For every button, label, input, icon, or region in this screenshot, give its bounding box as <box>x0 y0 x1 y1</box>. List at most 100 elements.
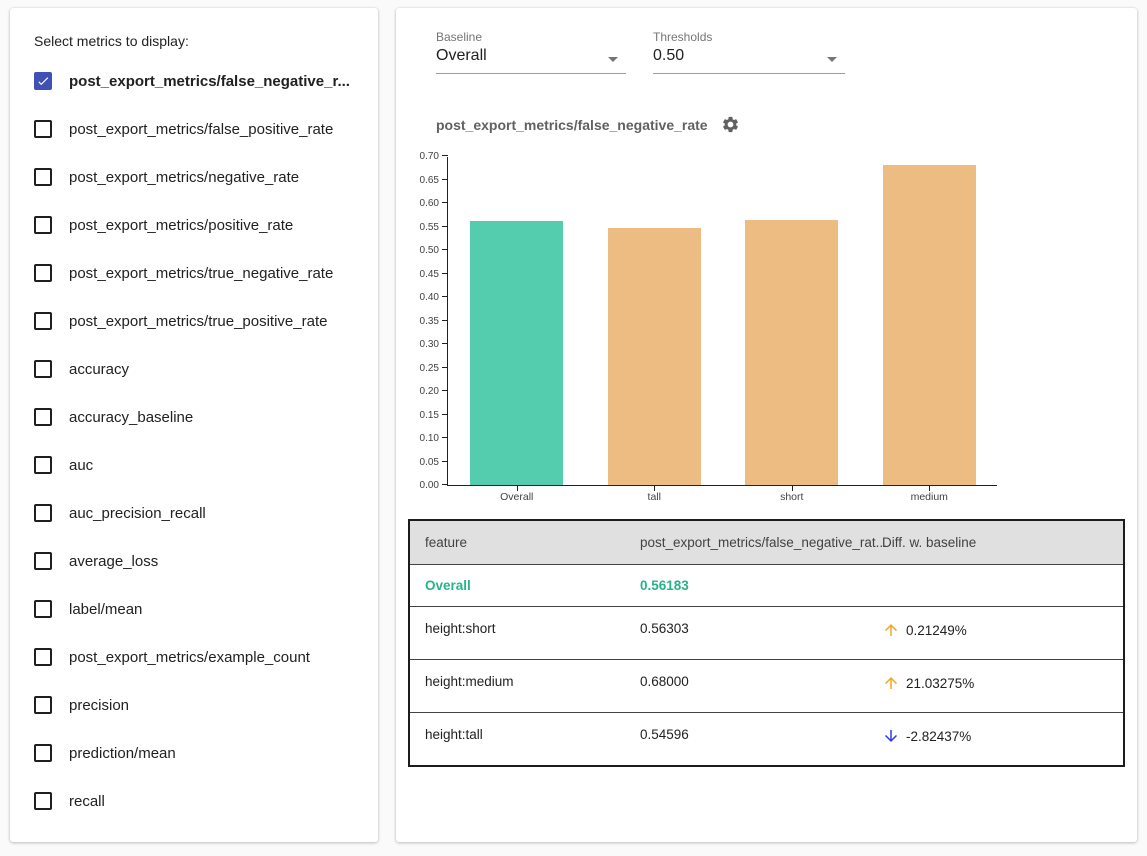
bar-chart: 0.000.050.100.150.200.250.300.350.400.45… <box>447 157 997 486</box>
checkbox-unchecked-icon[interactable] <box>34 600 52 618</box>
chart-header: post_export_metrics/false_negative_rate <box>436 115 740 134</box>
metric-option[interactable]: label/mean <box>34 585 362 633</box>
metric-label: accuracy <box>69 361 129 378</box>
y-axis-tick-label: 0.10 <box>397 433 439 444</box>
metric-option[interactable]: accuracy <box>34 345 362 393</box>
checkbox-unchecked-icon[interactable] <box>34 648 52 666</box>
y-axis-tick-label: 0.15 <box>397 410 439 421</box>
metric-label: post_export_metrics/example_count <box>69 649 310 666</box>
metric-value-cell: 0.68000 <box>640 674 875 689</box>
checkbox-unchecked-icon[interactable] <box>34 216 52 234</box>
y-axis-tick-label: 0.65 <box>397 175 439 186</box>
table-row: height:tall0.54596-2.82437% <box>410 712 1123 765</box>
chart-bar-medium[interactable] <box>883 165 976 485</box>
checkbox-checked-icon[interactable] <box>34 72 52 90</box>
feature-cell: height:tall <box>410 727 640 742</box>
thresholds-label: Thresholds <box>653 30 845 44</box>
metric-option[interactable]: accuracy_baseline <box>34 393 362 441</box>
checkbox-unchecked-icon[interactable] <box>34 120 52 138</box>
table-row: height:medium0.6800021.03275% <box>410 659 1123 712</box>
table-header-cell: post_export_metrics/false_negative_rat..… <box>640 535 875 550</box>
baseline-select[interactable]: Baseline Overall <box>436 30 626 74</box>
diff-cell: -2.82437% <box>875 727 1123 745</box>
arrow-up-icon <box>882 621 900 639</box>
y-axis-tick-label: 0.00 <box>397 480 439 491</box>
y-axis-tick-label: 0.30 <box>397 339 439 350</box>
checkbox-unchecked-icon[interactable] <box>34 312 52 330</box>
table-header-cell: feature <box>410 535 640 550</box>
metric-selector-panel: Select metrics to display: post_export_m… <box>10 8 378 842</box>
metric-option[interactable]: post_export_metrics/negative_rate <box>34 153 362 201</box>
checkbox-unchecked-icon[interactable] <box>34 168 52 186</box>
metric-label: average_loss <box>69 553 158 570</box>
table-row: height:short0.56303 0.21249% <box>410 606 1123 659</box>
metric-option[interactable]: precision <box>34 681 362 729</box>
y-axis-tick-mark <box>442 461 448 462</box>
checkbox-unchecked-icon[interactable] <box>34 360 52 378</box>
chart-bar-short[interactable] <box>745 220 838 485</box>
metric-option[interactable]: recall <box>34 777 362 825</box>
checkbox-unchecked-icon[interactable] <box>34 504 52 522</box>
y-axis-tick-label: 0.45 <box>397 269 439 280</box>
thresholds-select[interactable]: Thresholds 0.50 <box>653 30 845 74</box>
y-axis-tick-label: 0.40 <box>397 292 439 303</box>
gear-icon[interactable] <box>721 115 740 134</box>
checkbox-unchecked-icon[interactable] <box>34 456 52 474</box>
metric-value-cell: 0.56303 <box>640 621 875 636</box>
checkbox-unchecked-icon[interactable] <box>34 696 52 714</box>
y-axis-tick-mark <box>442 320 448 321</box>
metric-option[interactable]: post_export_metrics/false_positive_rate <box>34 105 362 153</box>
checkbox-unchecked-icon[interactable] <box>34 792 52 810</box>
metric-label: post_export_metrics/false_positive_rate <box>69 121 333 138</box>
checkbox-unchecked-icon[interactable] <box>34 744 52 762</box>
metric-label: post_export_metrics/true_negative_rate <box>69 265 333 282</box>
checkbox-unchecked-icon[interactable] <box>34 264 52 282</box>
chart-bar-overall[interactable] <box>470 221 563 485</box>
metric-value-cell: 0.54596 <box>640 727 875 742</box>
metric-list: post_export_metrics/false_negative_r...p… <box>34 57 362 825</box>
metric-label: recall <box>69 793 105 810</box>
y-axis-tick-label: 0.55 <box>397 222 439 233</box>
y-axis-tick-mark <box>442 249 448 250</box>
metric-value-cell: 0.56183 <box>640 578 875 593</box>
metric-label: post_export_metrics/positive_rate <box>69 217 293 234</box>
metric-option[interactable]: post_export_metrics/example_count <box>34 633 362 681</box>
metric-option[interactable]: post_export_metrics/false_negative_r... <box>34 57 362 105</box>
metric-option[interactable]: prediction/mean <box>34 729 362 777</box>
metric-option[interactable]: average_loss <box>34 537 362 585</box>
y-axis-tick-mark <box>442 367 448 368</box>
metric-label: auc <box>69 457 93 474</box>
table-header-row: featurepost_export_metrics/false_negativ… <box>410 521 1123 564</box>
metric-label: post_export_metrics/negative_rate <box>69 169 299 186</box>
diff-value: 0.21249% <box>906 623 967 638</box>
checkbox-unchecked-icon[interactable] <box>34 552 52 570</box>
metric-label: accuracy_baseline <box>69 409 193 426</box>
y-axis-tick-mark <box>442 155 448 156</box>
chart-bar-tall[interactable] <box>608 228 701 485</box>
y-axis-tick-mark <box>442 414 448 415</box>
metric-label: auc_precision_recall <box>69 505 206 522</box>
table-row: Overall0.56183 <box>410 564 1123 606</box>
metric-option[interactable]: post_export_metrics/positive_rate <box>34 201 362 249</box>
y-axis-tick-label: 0.35 <box>397 316 439 327</box>
feature-cell: height:short <box>410 621 640 636</box>
metric-option[interactable]: auc_precision_recall <box>34 489 362 537</box>
metric-option[interactable]: post_export_metrics/true_negative_rate <box>34 249 362 297</box>
metric-option[interactable]: auc <box>34 441 362 489</box>
metric-option[interactable]: post_export_metrics/true_positive_rate <box>34 297 362 345</box>
metric-label: label/mean <box>69 601 142 618</box>
y-axis-tick-label: 0.05 <box>397 457 439 468</box>
baseline-label: Baseline <box>436 30 626 44</box>
diff-cell: 0.21249% <box>875 621 1123 639</box>
y-axis-tick-mark <box>442 390 448 391</box>
y-axis-tick-mark <box>442 273 448 274</box>
chevron-down-icon <box>608 57 618 62</box>
y-axis-tick-mark <box>442 296 448 297</box>
fairness-metrics-app: Select metrics to display: post_export_m… <box>0 0 1147 856</box>
feature-cell: Overall <box>410 578 640 593</box>
metric-label: post_export_metrics/true_positive_rate <box>69 313 327 330</box>
checkbox-unchecked-icon[interactable] <box>34 408 52 426</box>
diff-cell: 21.03275% <box>875 674 1123 692</box>
metric-detail-panel: Baseline Overall Thresholds 0.50 post_ex… <box>396 8 1137 842</box>
metrics-table: featurepost_export_metrics/false_negativ… <box>408 519 1125 767</box>
